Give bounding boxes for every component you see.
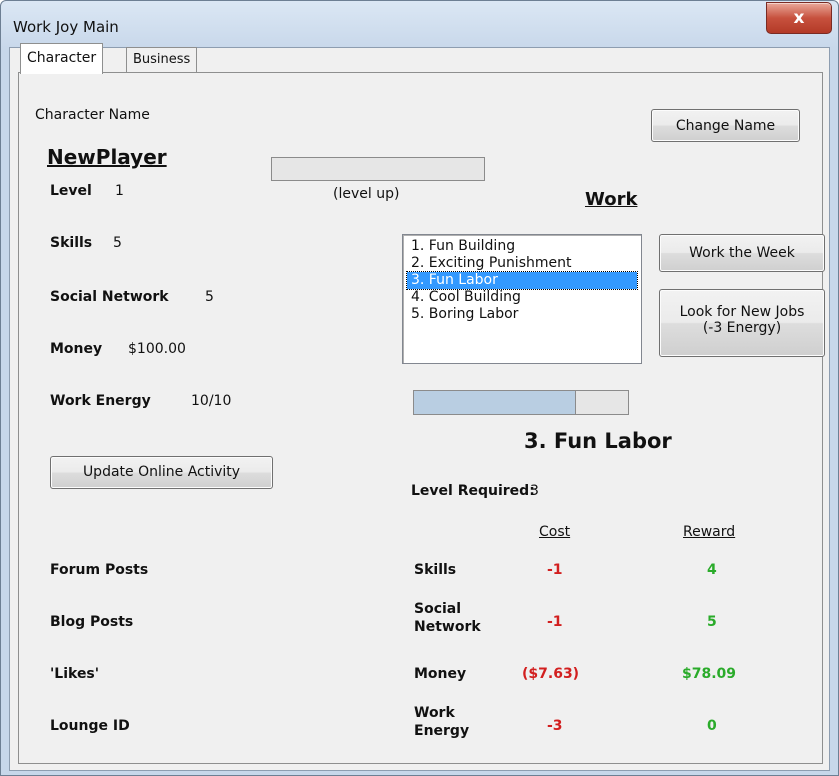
window-title: Work Joy Main bbox=[13, 18, 119, 36]
money-value: $100.00 bbox=[128, 341, 186, 357]
row-money-label: Money bbox=[414, 666, 467, 682]
level-required-label: Level Required: bbox=[411, 483, 535, 499]
work-energy-value: 10/10 bbox=[191, 393, 232, 409]
job-list-item[interactable]: 2. Exciting Punishment bbox=[407, 255, 637, 272]
character-panel: Character Name NewPlayer Level 1 Skills … bbox=[18, 72, 825, 764]
player-name: NewPlayer bbox=[47, 145, 167, 169]
job-list-item[interactable]: 4. Cool Building bbox=[407, 289, 637, 306]
cost-header: Cost bbox=[539, 524, 571, 540]
look-for-new-jobs-label: Look for New Jobs bbox=[679, 304, 805, 320]
social-network-label: Social Network bbox=[50, 289, 169, 305]
row-social-label-line1: Social bbox=[414, 601, 462, 617]
row-social-reward: 5 bbox=[707, 614, 717, 630]
level-required-value: 3 bbox=[530, 483, 539, 499]
level-progress-bar bbox=[271, 157, 485, 181]
row-skills-cost: -1 bbox=[547, 562, 563, 578]
title-bar[interactable]: Work Joy Main x bbox=[1, 1, 838, 47]
work-the-week-button[interactable]: Work the Week bbox=[659, 234, 825, 272]
work-energy-fill bbox=[414, 391, 576, 414]
tab-business[interactable]: Business bbox=[126, 47, 198, 72]
level-value: 1 bbox=[115, 183, 124, 199]
character-name-label: Character Name bbox=[35, 107, 150, 123]
job-list-item[interactable]: 3. Fun Labor bbox=[406, 271, 638, 290]
row-energy-label-line2: Energy bbox=[414, 723, 470, 739]
row-skills-reward: 4 bbox=[707, 562, 717, 578]
money-label: Money bbox=[50, 341, 103, 357]
row-energy-cost: -3 bbox=[547, 718, 563, 734]
row-social-label-line2: Network bbox=[414, 619, 481, 635]
work-energy-label: Work Energy bbox=[50, 393, 151, 409]
row-energy-reward: 0 bbox=[707, 718, 717, 734]
social-network-value: 5 bbox=[205, 289, 214, 305]
change-name-button[interactable]: Change Name bbox=[651, 109, 800, 142]
row-skills-label: Skills bbox=[414, 562, 457, 578]
forum-posts-label: Forum Posts bbox=[50, 562, 149, 578]
update-online-activity-button[interactable]: Update Online Activity bbox=[50, 456, 273, 489]
row-money-reward: $78.09 bbox=[682, 666, 737, 682]
look-for-new-jobs-button[interactable]: Look for New Jobs (-3 Energy) bbox=[659, 289, 825, 357]
skills-value: 5 bbox=[113, 235, 122, 251]
main-window: Work Joy Main x Business Character Chara… bbox=[0, 0, 839, 776]
row-money-cost: ($7.63) bbox=[522, 666, 580, 682]
row-energy-label-line1: Work bbox=[414, 705, 455, 721]
reward-header: Reward bbox=[683, 524, 736, 540]
level-up-label: (level up) bbox=[333, 186, 400, 202]
job-listbox[interactable]: 1. Fun Building 2. Exciting Punishment 3. … bbox=[402, 234, 642, 364]
blog-posts-label: Blog Posts bbox=[50, 614, 134, 630]
skills-label: Skills bbox=[50, 235, 93, 251]
likes-label: 'Likes' bbox=[50, 666, 100, 682]
row-social-cost: -1 bbox=[547, 614, 563, 630]
work-energy-bar bbox=[413, 390, 629, 415]
job-list-item[interactable]: 1. Fun Building bbox=[407, 238, 637, 255]
work-heading: Work bbox=[585, 189, 638, 210]
selected-job-title: 3. Fun Labor bbox=[524, 429, 672, 453]
look-for-new-jobs-cost: (-3 Energy) bbox=[702, 320, 782, 336]
client-area: Business Character Character Name NewPla… bbox=[9, 43, 830, 771]
tab-character[interactable]: Character bbox=[20, 43, 104, 74]
level-label: Level bbox=[50, 183, 92, 199]
lounge-id-label: Lounge ID bbox=[50, 718, 130, 734]
close-icon: x bbox=[793, 8, 805, 28]
close-button[interactable]: x bbox=[766, 2, 832, 34]
job-list-item[interactable]: 5. Boring Labor bbox=[407, 306, 637, 323]
